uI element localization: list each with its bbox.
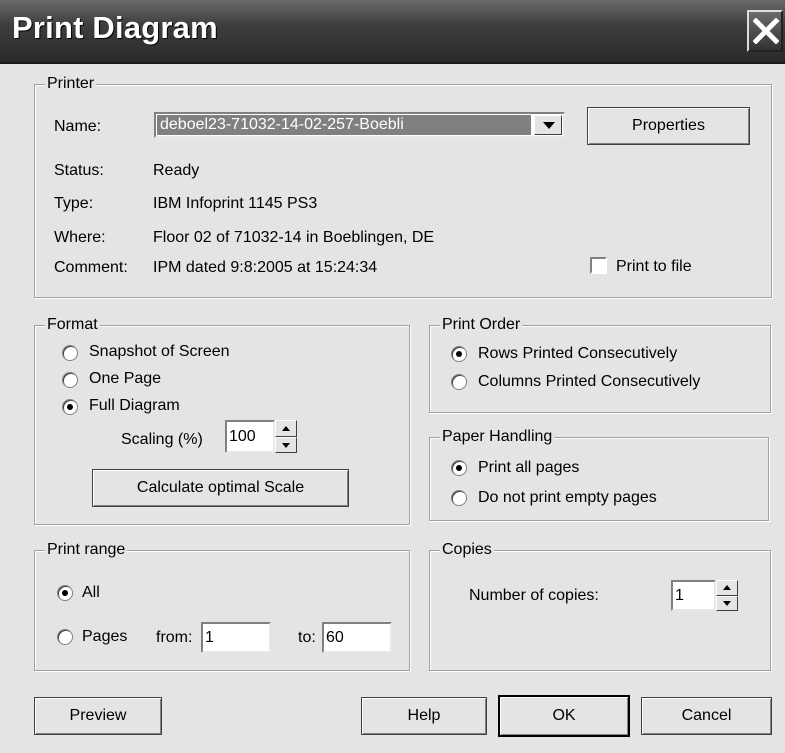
columns-consecutive-radio[interactable] — [451, 374, 467, 390]
type-value: IBM Infoprint 1145 PS3 — [153, 195, 318, 212]
dialog-title: Print Diagram — [12, 10, 218, 45]
copies-up-button[interactable] — [716, 580, 738, 596]
format-snapshot-radio[interactable] — [62, 345, 78, 361]
cancel-button[interactable]: Cancel — [641, 697, 772, 735]
calculate-optimal-scale-label: Calculate optimal Scale — [136, 479, 305, 496]
printer-dropdown-button[interactable] — [534, 115, 562, 135]
number-of-copies-input[interactable]: 1 — [671, 580, 716, 611]
no-empty-pages-radio[interactable] — [451, 490, 467, 506]
scaling-down-button[interactable] — [275, 436, 297, 453]
ok-button-label: OK — [552, 707, 576, 724]
chevron-down-icon — [543, 122, 555, 129]
format-full-diagram-radio[interactable] — [62, 399, 78, 415]
format-one-page-label[interactable]: One Page — [89, 369, 161, 389]
properties-button[interactable]: Properties — [587, 107, 750, 145]
scaling-label: Scaling (%) — [121, 431, 203, 448]
preview-button[interactable]: Preview — [34, 697, 162, 735]
format-one-page-radio[interactable] — [62, 372, 78, 388]
help-button[interactable]: Help — [361, 697, 487, 735]
close-button[interactable] — [747, 10, 783, 52]
scaling-spinner[interactable] — [275, 420, 297, 453]
type-label: Type: — [54, 195, 94, 212]
format-legend: Format — [45, 315, 100, 335]
where-value: Floor 02 of 71032-14 in Boeblingen, DE — [153, 229, 435, 246]
copies-legend: Copies — [440, 540, 494, 560]
comment-value: IPM dated 9:8:2005 at 15:24:34 — [153, 259, 378, 276]
scaling-up-button[interactable] — [275, 420, 297, 437]
copies-spinner[interactable] — [716, 580, 738, 611]
paper-handling-group: Paper Handling — [429, 427, 769, 521]
arrow-up-icon — [723, 585, 731, 590]
print-order-legend: Print Order — [440, 315, 523, 335]
range-to-label: to: — [298, 629, 316, 646]
print-all-pages-label[interactable]: Print all pages — [478, 458, 579, 478]
range-pages-radio[interactable] — [57, 629, 73, 645]
columns-consecutive-label[interactable]: Columns Printed Consecutively — [478, 372, 700, 392]
format-snapshot-label[interactable]: Snapshot of Screen — [89, 342, 230, 362]
print-order-group: Print Order — [429, 315, 771, 413]
arrow-up-icon — [282, 426, 290, 431]
print-all-pages-radio[interactable] — [451, 460, 467, 476]
calculate-optimal-scale-button[interactable]: Calculate optimal Scale — [92, 469, 349, 507]
where-label: Where: — [54, 229, 106, 246]
rows-consecutive-label[interactable]: Rows Printed Consecutively — [478, 344, 677, 364]
range-to-input[interactable]: 60 — [322, 622, 392, 653]
print-range-legend: Print range — [45, 540, 128, 560]
range-pages-label[interactable]: Pages — [82, 627, 127, 647]
cancel-button-label: Cancel — [681, 707, 732, 724]
copies-down-button[interactable] — [716, 595, 738, 611]
arrow-down-icon — [282, 442, 290, 448]
format-full-diagram-label[interactable]: Full Diagram — [89, 396, 180, 416]
range-all-radio[interactable] — [57, 585, 73, 601]
status-label: Status: — [54, 162, 104, 179]
print-to-file-label[interactable]: Print to file — [616, 257, 692, 277]
preview-button-label: Preview — [69, 707, 127, 724]
no-empty-pages-label[interactable]: Do not print empty pages — [478, 488, 657, 508]
arrow-down-icon — [723, 600, 731, 606]
printer-name-select[interactable]: deboel23-71032-14-02-257-Boebli — [154, 112, 565, 138]
close-icon — [753, 18, 779, 44]
ok-button[interactable]: OK — [498, 695, 630, 737]
rows-consecutive-radio[interactable] — [451, 346, 467, 362]
status-value: Ready — [153, 162, 200, 179]
printer-legend: Printer — [45, 74, 97, 94]
print-to-file-checkbox[interactable] — [590, 257, 607, 274]
comment-label: Comment: — [54, 259, 128, 276]
print-diagram-dialog: Print Diagram Printer Name: deboel23-710… — [0, 0, 785, 753]
help-button-label: Help — [407, 707, 441, 724]
range-from-input[interactable]: 1 — [201, 622, 271, 653]
number-of-copies-label: Number of copies: — [469, 587, 599, 604]
range-all-label[interactable]: All — [82, 583, 100, 603]
range-from-label: from: — [156, 629, 193, 646]
paper-handling-legend: Paper Handling — [440, 427, 555, 447]
title-bar[interactable]: Print Diagram — [0, 0, 785, 64]
scaling-input[interactable]: 100 — [225, 420, 275, 453]
properties-button-label: Properties — [632, 117, 705, 134]
printer-name-label: Name: — [54, 118, 102, 135]
printer-name-value: deboel23-71032-14-02-257-Boebli — [157, 115, 531, 135]
